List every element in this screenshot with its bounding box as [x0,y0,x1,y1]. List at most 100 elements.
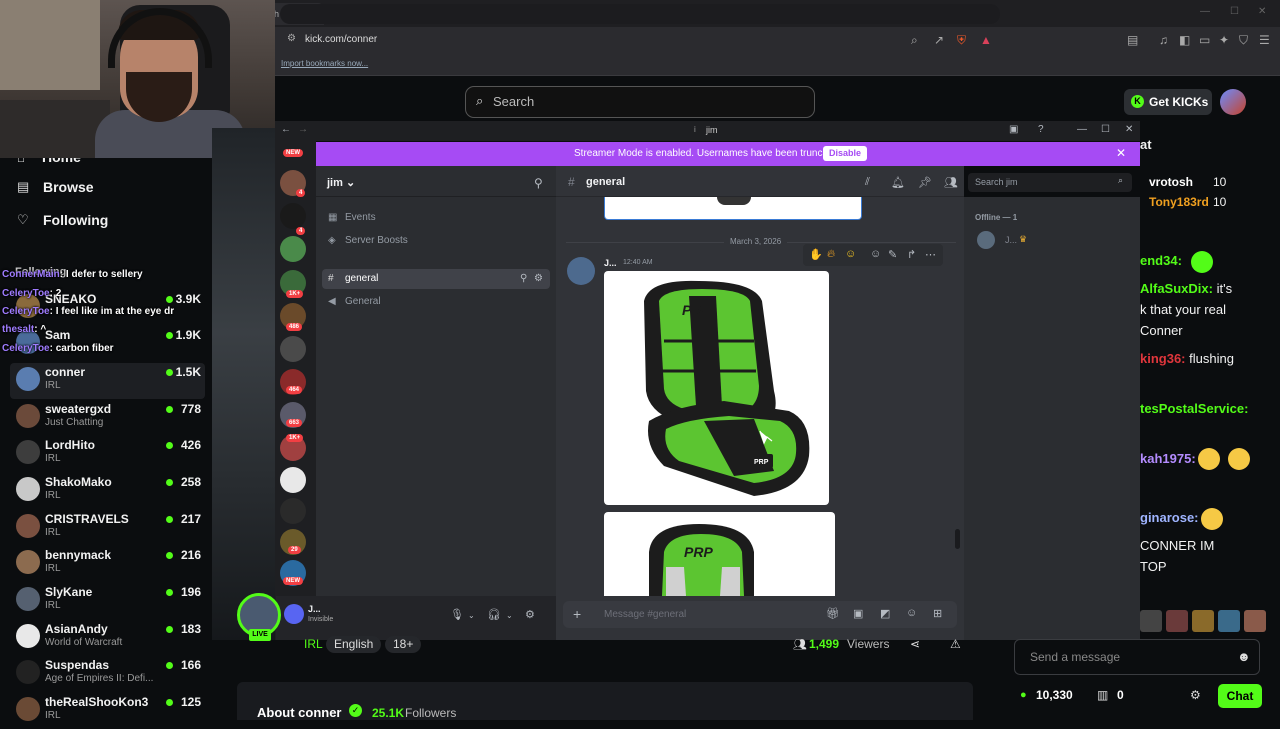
emote-icon[interactable] [1218,610,1240,632]
import-bookmarks-link[interactable]: Import bookmarks now... [281,59,368,68]
emote-icon[interactable] [1244,610,1266,632]
following-channel-row[interactable]: CRISTRAVELS IRL 217 [10,510,205,546]
add-member-icon[interactable]: ⚲ [520,273,527,284]
channel-general-voice[interactable]: General [345,296,381,307]
gift-icon[interactable]: 🎁︎ [826,607,840,620]
send-chat-button[interactable]: Chat [1218,684,1262,708]
chat-username[interactable]: king36: [1140,351,1186,366]
chat-username[interactable]: end34: [1140,253,1182,268]
sidebar-toggle-icon[interactable]: ◧ [1179,33,1190,47]
zoom-icon[interactable]: ⌕ [911,33,918,48]
discord-maximize-icon[interactable]: ☐ [1101,124,1110,135]
emote-icon[interactable] [1140,610,1162,632]
report-icon[interactable]: ⚠ [950,637,961,651]
vpn-icon[interactable]: ⛉ [1239,33,1248,48]
add-reaction-icon[interactable]: ☺ [870,248,881,260]
emote-icon[interactable] [1192,610,1214,632]
member-list-icon[interactable]: 👥︎ [944,176,958,189]
leaderboard-name[interactable]: Tony183rd [1149,195,1209,209]
chat-username[interactable]: tesPostalService: [1140,401,1248,416]
guild-name[interactable]: jim ⌄ [327,176,355,189]
following-channel-row[interactable]: ShakoMako IRL 258 [10,473,205,509]
emote-icon[interactable] [1166,610,1188,632]
user-settings-icon[interactable]: ⚙ [525,608,535,621]
microphone-icon[interactable]: 🎙︎ [450,608,464,621]
user-avatar[interactable] [1220,89,1246,115]
chevron-down-icon[interactable]: ⌄ [506,611,513,620]
emoji-icon[interactable]: ☺ [906,607,917,619]
kicks-balance[interactable]: 10,330 [1036,688,1073,702]
reaction-fire-icon[interactable]: 🔥︎ [827,248,835,261]
notification-bell-icon[interactable]: 🔔︎ [891,176,905,189]
server-boosts-link[interactable]: Server Boosts [345,235,408,246]
banner-close-icon[interactable]: ✕ [1116,146,1126,160]
share-page-icon[interactable]: ↗ [934,33,944,47]
following-channel-row[interactable]: LordHito IRL 426 [10,436,205,472]
seat-image-attachment[interactable]: PRP PRP [604,271,829,505]
second-seat-image-attachment[interactable]: PRP [604,512,835,596]
edit-icon[interactable]: ✎ [888,248,897,261]
disable-streamer-mode-button[interactable]: Disable [823,146,867,161]
inbox-icon[interactable]: ▣ [1009,124,1018,135]
more-options-icon[interactable]: ⋯ [925,248,936,261]
gif-icon[interactable]: ▣ [853,607,863,620]
previous-image-attachment[interactable] [604,197,862,220]
server-icon[interactable] [280,336,306,362]
reaction-emoji-icon[interactable]: ✋ [809,248,823,261]
following-channel-row[interactable]: conner IRL 1.5K [10,363,205,399]
tag-18-plus[interactable]: 18+ [385,636,422,653]
server-icon[interactable] [280,498,306,524]
following-channel-row[interactable]: theRealShooKon3 IRL 125 [10,693,205,729]
share-icon[interactable]: ⋖ [910,637,920,651]
reader-icon[interactable]: ▤ [1127,33,1138,47]
reply-icon[interactable]: ↱ [907,248,916,261]
wallet-icon[interactable]: ▭ [1199,33,1210,47]
message-avatar[interactable] [567,257,595,285]
emoji-picker-icon[interactable]: ☻ [1237,649,1251,664]
message-author[interactable]: J... [604,258,617,268]
site-info-icon[interactable]: ⚙ [287,33,296,44]
events-link[interactable]: Events [345,212,376,223]
nav-browse[interactable]: Browse [43,179,94,195]
attach-plus-icon[interactable]: + [573,606,581,622]
discord-close-icon[interactable]: ✕ [1125,124,1133,135]
leaderboard-name[interactable]: vrotosh [1149,175,1193,189]
user-panel-avatar[interactable] [284,604,304,624]
following-channel-row[interactable]: sweatergxd Just Chatting 778 [10,400,205,436]
rewards-icon[interactable]: ▲ [980,33,992,47]
invite-people-icon[interactable]: ⚲ [534,176,543,190]
close-window-icon[interactable]: ✕ [1258,6,1266,17]
channel-settings-icon[interactable]: ⚙ [534,273,543,284]
chat-username[interactable]: kah1975: [1140,451,1196,466]
member-name[interactable]: J... [1005,235,1017,245]
maximize-icon[interactable]: ☐ [1230,6,1239,17]
chat-username[interactable]: ginarose: [1140,510,1199,525]
threads-icon[interactable]: ⫽ [865,176,870,189]
media-icon[interactable]: ♫ [1159,33,1168,47]
headphones-icon[interactable]: 🎧︎ [487,608,501,621]
server-icon[interactable] [280,467,306,493]
server-icon[interactable] [280,203,306,229]
nav-following[interactable]: Following [43,212,108,228]
help-icon[interactable]: ? [1038,124,1044,135]
back-arrow-icon[interactable]: ← [281,124,291,135]
url-text[interactable]: kick.com/conner [305,34,377,45]
following-channel-row[interactable]: bennymack IRL 216 [10,546,205,582]
chat-settings-icon[interactable]: ⚙ [1190,688,1201,702]
menu-icon[interactable]: ☰ [1259,33,1270,47]
member-avatar[interactable] [977,231,995,249]
forward-arrow-icon[interactable]: → [298,124,308,135]
brave-shield-icon[interactable]: ⛨ [957,33,966,48]
following-channel-row[interactable]: AsianAndy World of Warcraft 183 [10,620,205,656]
url-field[interactable] [280,4,1000,24]
chevron-down-icon[interactable]: ⌄ [468,611,475,620]
minimize-icon[interactable]: — [1200,6,1210,17]
discord-minimize-icon[interactable]: — [1077,124,1087,135]
message-scrollbar[interactable] [955,529,960,549]
apps-icon[interactable]: ⊞ [933,607,942,620]
gift-sub-icon[interactable]: ▥ [1097,688,1108,702]
tag-english[interactable]: English [326,636,382,653]
chat-username[interactable]: AlfaSuxDix: [1140,281,1213,296]
following-channel-row[interactable]: Suspendas Age of Empires II: Defi... 166 [10,656,205,692]
leo-icon[interactable]: ✦ [1219,33,1229,47]
